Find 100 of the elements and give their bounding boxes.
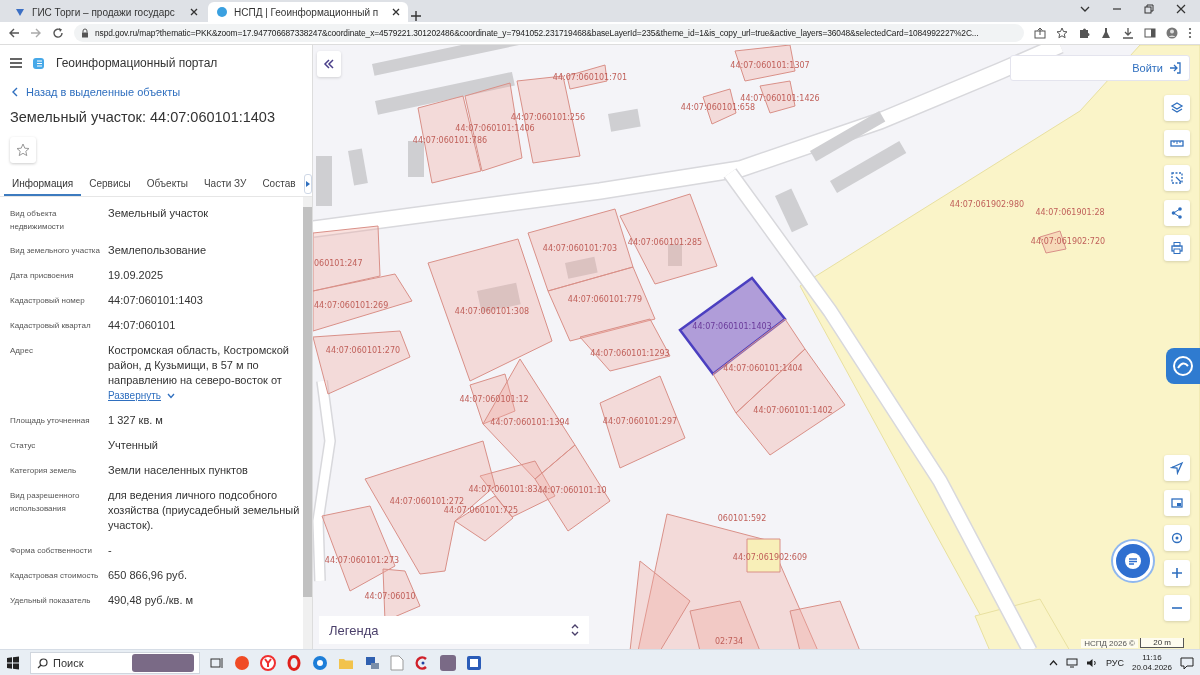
browser-icon[interactable]	[234, 654, 250, 671]
profile-icon[interactable]	[1166, 27, 1178, 39]
ruler-button[interactable]	[1164, 130, 1190, 156]
info-tab[interactable]: Сервисы	[81, 172, 139, 196]
star-icon[interactable]	[16, 143, 30, 157]
favorite-button[interactable]	[10, 137, 36, 163]
task-view-icon[interactable]	[210, 655, 224, 670]
share-icon[interactable]	[1170, 206, 1184, 220]
minimap-icon[interactable]	[1170, 496, 1184, 510]
map-attribution: НСПД 2026 ©	[1081, 639, 1138, 648]
minimap-button[interactable]	[1164, 490, 1190, 516]
building	[565, 256, 598, 279]
login-icon[interactable]	[1169, 62, 1181, 74]
browser-tab[interactable]: НСПД | Геоинформационный п	[208, 2, 408, 22]
input-language[interactable]: РУС	[1105, 657, 1124, 668]
info-tab[interactable]: Объекты	[138, 172, 196, 196]
chat-icon[interactable]	[1123, 551, 1143, 571]
chevron-down-icon[interactable]	[167, 392, 175, 399]
address-bar[interactable]	[74, 24, 1024, 42]
chat-button[interactable]	[1113, 541, 1153, 581]
star-icon[interactable]	[1056, 27, 1068, 39]
parcel-label: 44:07:060101:1426	[740, 94, 820, 103]
layers-button[interactable]	[1164, 95, 1190, 121]
assistant-icon[interactable]	[1172, 355, 1194, 377]
field-label: Вид объекта недвижимости	[10, 208, 65, 233]
flask-icon[interactable]	[1100, 27, 1112, 39]
field-value: Земельный участок	[108, 206, 210, 221]
search-icon[interactable]	[37, 657, 48, 669]
menu-icon[interactable]	[10, 58, 22, 68]
parcel-label: 44:07:060101:1403	[692, 322, 772, 331]
location-arrow-button[interactable]	[1164, 455, 1190, 481]
url-text: nspd.gov.ru/map?thematic=PKK&zoom=17.947706687338247&coordinate_x=4579221.301202486&coordinate_y=7941052.231719468&baseLayerId=235&theme_id=1&is_copy_url=true&active_layers=36048&selectedCard=1084992227%2C...	[95, 28, 979, 38]
parcel-label: 44:07:060101:12	[459, 395, 529, 404]
land-parcel[interactable]	[313, 225, 381, 292]
land-parcel[interactable]	[313, 273, 413, 332]
parcel-label: 44:07:061902:980	[949, 200, 1025, 209]
print-button[interactable]	[1164, 235, 1190, 261]
up-down-chevron-icon[interactable]	[571, 624, 579, 636]
parcel-label: 44:07:060101:269	[314, 301, 389, 310]
target-button[interactable]	[1164, 525, 1190, 551]
layers-icon[interactable]	[1170, 101, 1184, 115]
network-icon[interactable]	[1065, 657, 1078, 668]
close-icon[interactable]	[392, 8, 400, 16]
clock[interactable]: 11:16 20.04.2026	[1131, 652, 1172, 673]
double-chevron-left-icon[interactable]	[323, 59, 335, 69]
area-select-button[interactable]	[1164, 165, 1190, 191]
back-arrow-icon[interactable]	[8, 27, 20, 39]
zoom-in-button[interactable]	[1164, 560, 1190, 586]
building	[408, 141, 424, 177]
parcel-label: 44:07:060101:786	[412, 136, 488, 145]
puzzle-icon[interactable]	[1078, 27, 1090, 39]
browser-tab[interactable]: ГИС Торги – продажи государс	[6, 2, 206, 22]
ring-icon[interactable]	[286, 654, 302, 671]
scrollbar[interactable]	[303, 197, 312, 649]
location-arrow-icon[interactable]	[1170, 461, 1184, 475]
triangle-right-icon[interactable]	[304, 180, 311, 188]
expand-link[interactable]: Развернуть	[108, 388, 161, 403]
share-button[interactable]	[1164, 200, 1190, 226]
land-parcel[interactable]	[547, 266, 656, 342]
new-tab-icon[interactable]	[410, 10, 422, 22]
browser-icon[interactable]	[260, 654, 276, 671]
print-icon[interactable]	[1170, 241, 1184, 255]
zoom-out-button[interactable]	[1164, 595, 1190, 621]
more-icon[interactable]	[1188, 27, 1192, 39]
parcel-label: 060101:592	[717, 514, 767, 523]
land-parcel[interactable]	[313, 330, 411, 395]
field-value: 19.09.2025	[108, 268, 165, 283]
land-parcel[interactable]	[579, 318, 671, 372]
close-icon[interactable]	[1176, 4, 1186, 14]
info-tab[interactable]: Части ЗУ	[195, 172, 255, 196]
word-processor-icon[interactable]	[466, 654, 482, 671]
scroll-tabs-button[interactable]	[303, 174, 312, 194]
parcel-label: 44:07:06010	[364, 592, 416, 601]
network-app-icon[interactable]	[364, 654, 380, 671]
notification-icon[interactable]	[1180, 655, 1194, 670]
restore-icon[interactable]	[1144, 4, 1154, 14]
chevron-left-icon	[12, 87, 18, 97]
info-tab[interactable]: Информация	[4, 172, 82, 196]
forward-arrow-icon[interactable]	[30, 27, 42, 39]
info-tab[interactable]: Состав	[254, 172, 304, 196]
field-value: 650 866,96 руб.	[108, 568, 189, 583]
legend-dropdown[interactable]: Легенда	[319, 616, 589, 644]
close-icon[interactable]	[190, 8, 198, 16]
reload-icon[interactable]	[52, 27, 64, 39]
globe-icon[interactable]	[312, 654, 328, 671]
share-icon[interactable]	[1034, 27, 1046, 39]
login-button[interactable]: Войти	[1010, 55, 1190, 81]
windows-icon[interactable]	[6, 655, 20, 670]
area-select-icon[interactable]	[1170, 171, 1184, 185]
sidebar-icon[interactable]	[1144, 27, 1156, 39]
assistant-button[interactable]	[1166, 348, 1200, 384]
target-icon[interactable]	[1170, 531, 1184, 545]
chevron-down-icon[interactable]	[1080, 4, 1090, 14]
speaker-icon[interactable]	[1085, 657, 1098, 668]
back-link[interactable]: Назад в выделенные объекты	[12, 86, 181, 98]
caret-up-icon[interactable]	[1048, 659, 1058, 666]
photo-placeholder[interactable]	[440, 654, 456, 671]
zoom-in-icon[interactable]	[1170, 566, 1184, 580]
download-icon[interactable]	[1122, 27, 1134, 39]
collapse-panel-button[interactable]	[317, 51, 341, 77]
